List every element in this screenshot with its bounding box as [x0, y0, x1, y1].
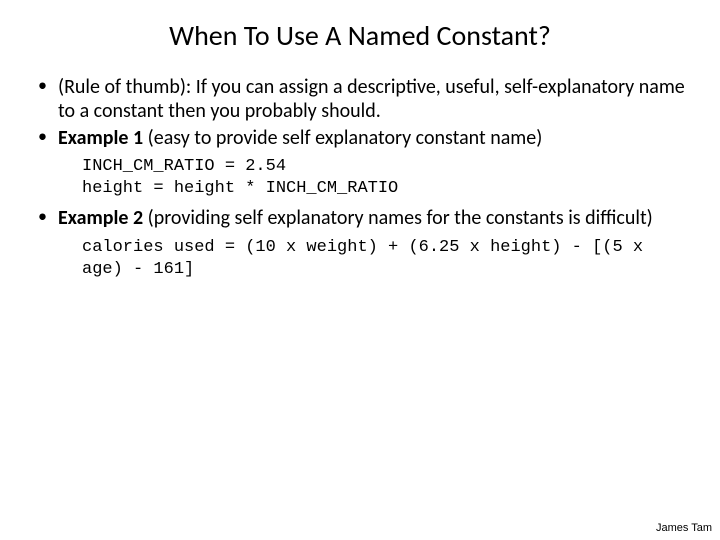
code-example-1: INCH_CM_RATIO = 2.54 height = height * I…	[82, 156, 688, 200]
example-2-label: Example 2	[58, 206, 143, 230]
bullet-list: (Rule of thumb): If you can assign a des…	[32, 75, 688, 150]
bullet-list-2: Example 2 (providing self explanatory na…	[32, 206, 688, 230]
slide-title: When To Use A Named Constant?	[32, 18, 688, 53]
bullet-rule-of-thumb: (Rule of thumb): If you can assign a des…	[38, 75, 688, 124]
bullet-example-2: Example 2 (providing self explanatory na…	[38, 206, 688, 230]
code-example-2: calories used = (10 x weight) + (6.25 x …	[82, 237, 688, 281]
example-1-label: Example 1	[58, 126, 143, 150]
example-2-text: (providing self explanatory names for th…	[143, 206, 653, 230]
footer-author: James Tam	[656, 522, 712, 534]
example-1-text: (easy to provide self explanatory consta…	[143, 126, 542, 150]
bullet-example-1: Example 1 (easy to provide self explanat…	[38, 126, 688, 150]
